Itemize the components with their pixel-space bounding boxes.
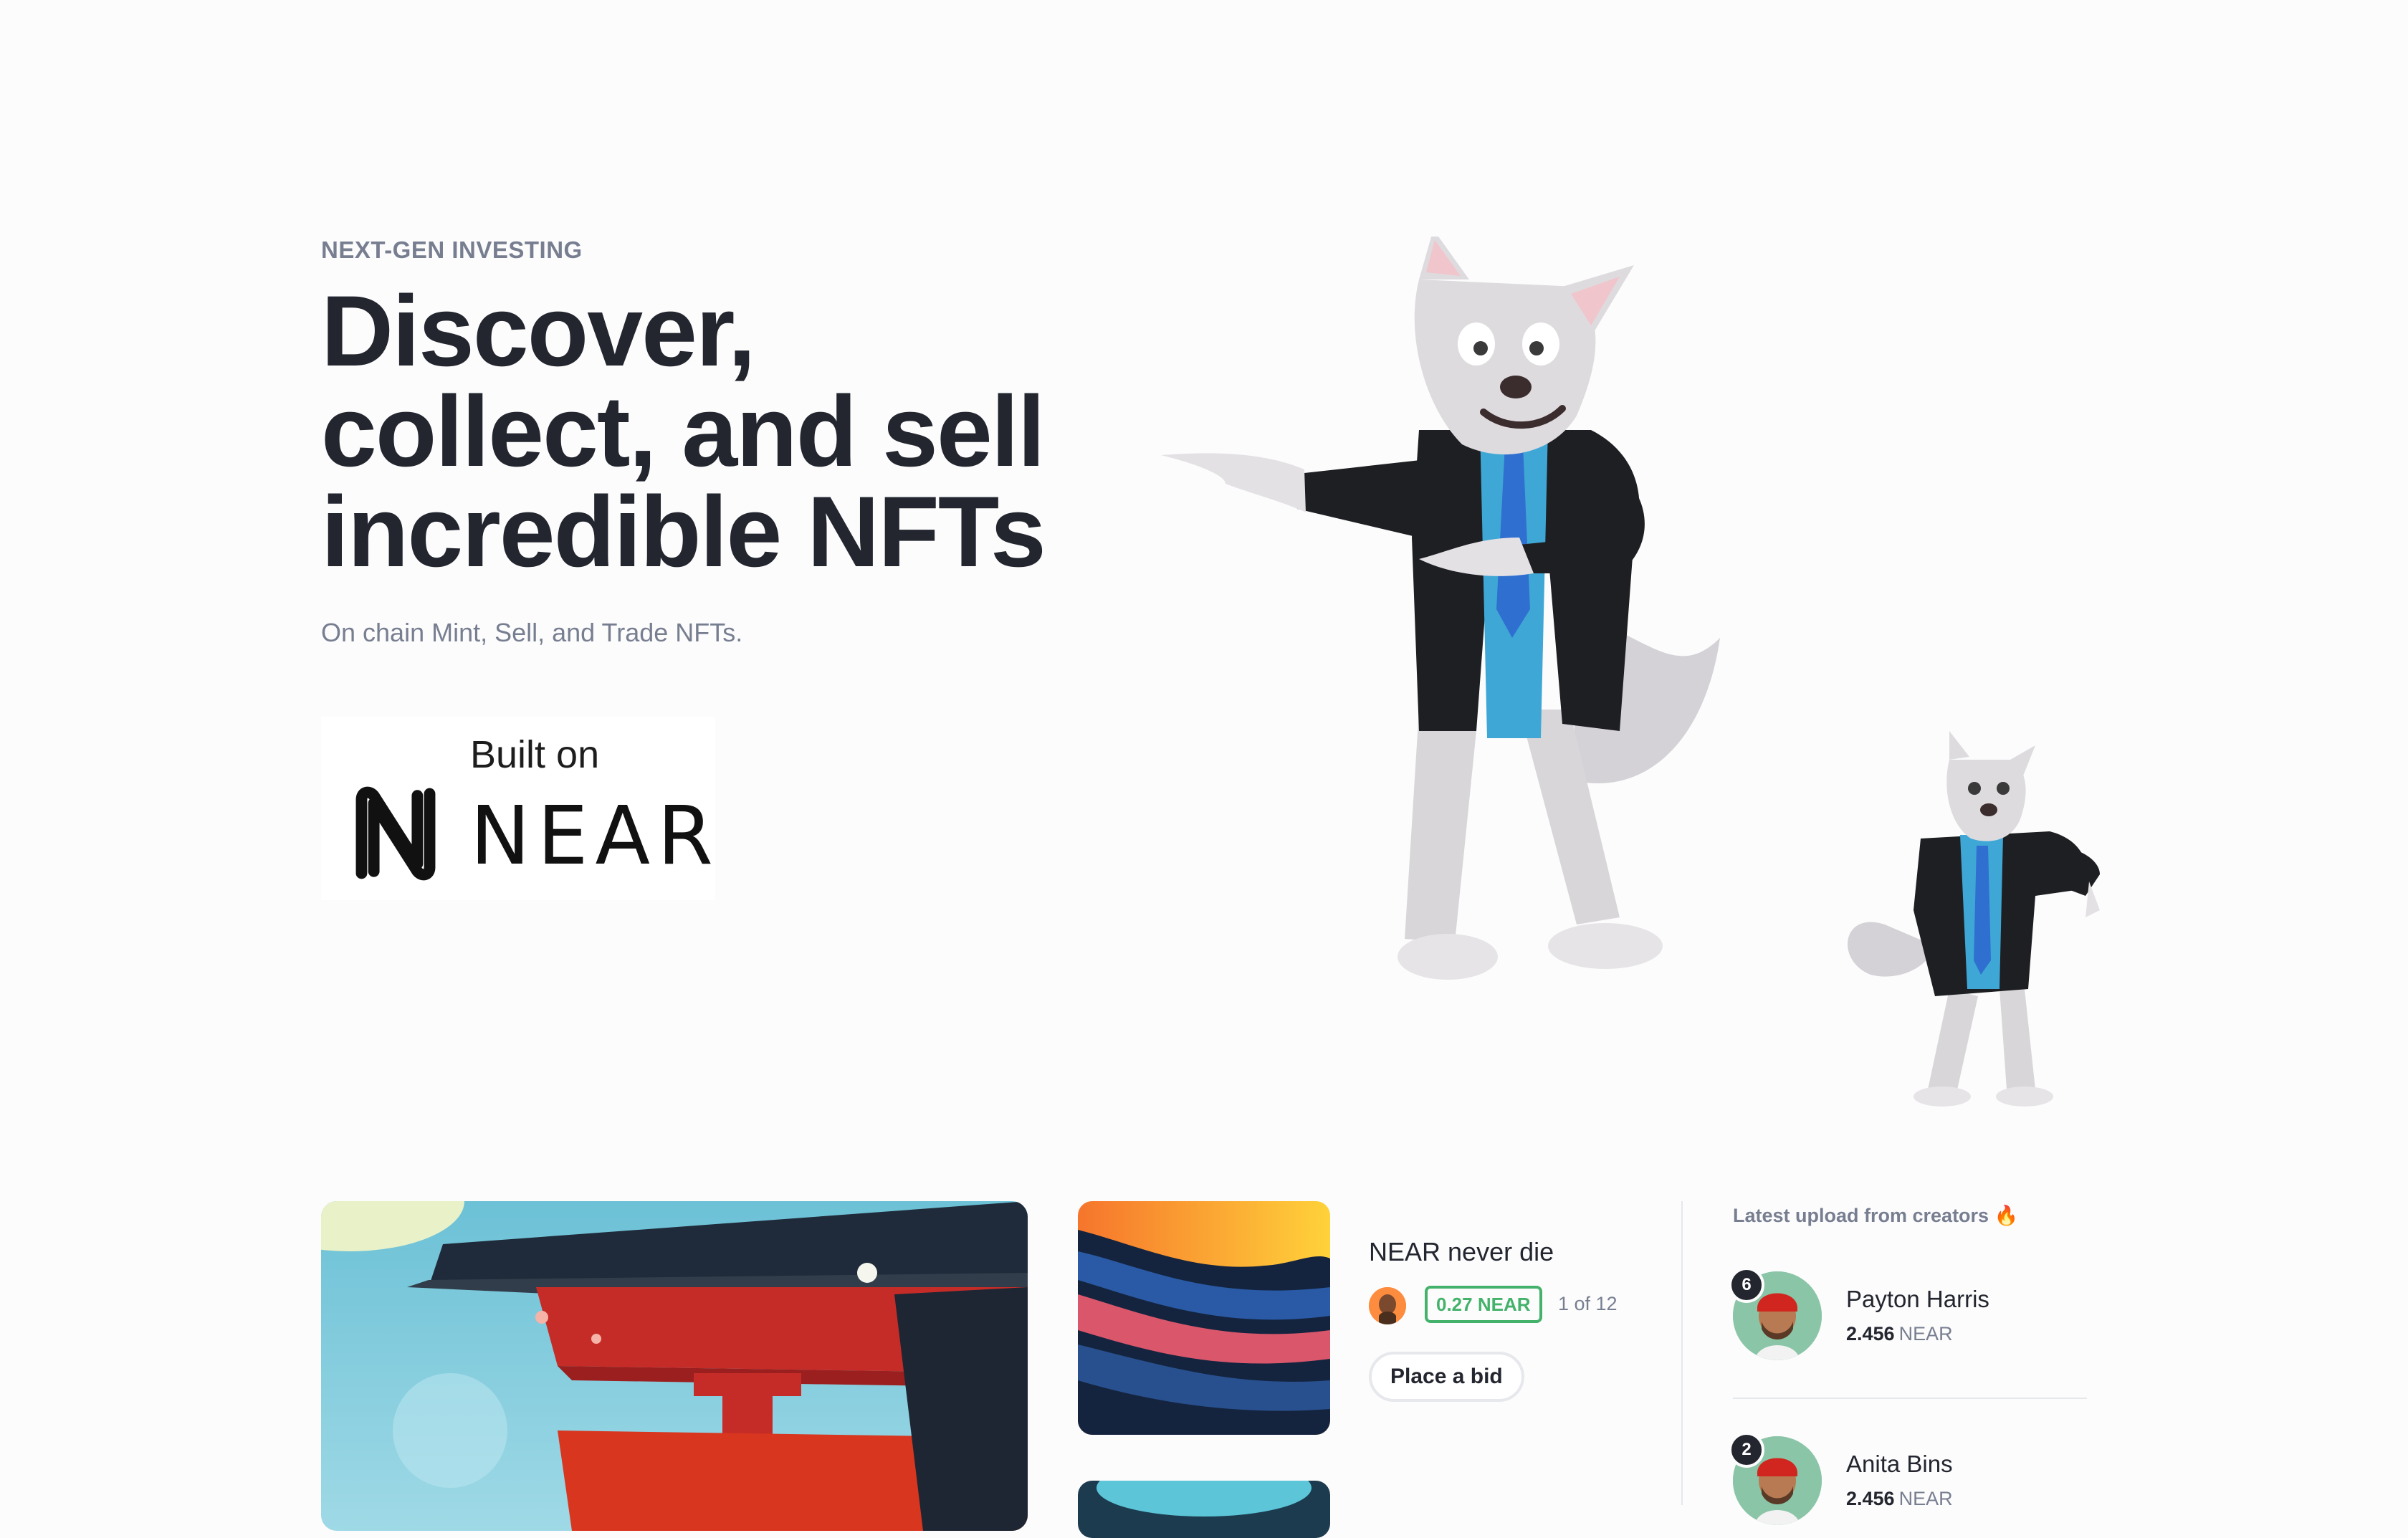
featured-nft-artwork[interactable] [321, 1201, 1028, 1531]
section-divider [1681, 1201, 1683, 1505]
creators-heading: Latest upload from creators 🔥 [1733, 1205, 2019, 1226]
hero-title-line: collect, and sell [321, 375, 1046, 487]
near-wordmark: NEAR [470, 790, 720, 883]
creator-amount: 2.456 NEAR [1846, 1488, 1953, 1510]
creator-list-item[interactable]: 6 Payton Harris 2.456 NEAR [1729, 1267, 2088, 1365]
place-bid-button[interactable]: Place a bid [1369, 1352, 1524, 1402]
creator-amount: 2.456 NEAR [1846, 1323, 1953, 1345]
hero-title-line: Discover, [321, 274, 756, 387]
hero-title-line: incredible NFTs [321, 475, 1046, 588]
creator-amount-unit: NEAR [1898, 1323, 1953, 1344]
creator-amount-unit: NEAR [1898, 1488, 1953, 1509]
price-badge: 0.27 NEAR [1425, 1286, 1542, 1323]
creator-list-item[interactable]: 2 Anita Bins 2.456 NEAR [1729, 1432, 2088, 1529]
wolf-mascot-small-illustration [1847, 731, 2100, 1107]
creator-amount-value: 2.456 [1846, 1488, 1895, 1509]
creator-rank-badge: 6 [1729, 1267, 1764, 1303]
near-logo-icon [355, 786, 436, 881]
stock-count: 1 of 12 [1558, 1293, 1618, 1314]
nft-thumbnail[interactable] [1078, 1201, 1330, 1435]
hero-eyebrow: NEXT-GEN INVESTING [321, 237, 583, 263]
creator-avatar[interactable] [1369, 1287, 1406, 1324]
built-on-label: Built on [470, 733, 600, 776]
hero-title: Discover, collect, and sell incredible N… [321, 281, 1131, 582]
creator-name[interactable]: Payton Harris [1846, 1286, 1989, 1313]
hero-subtitle: On chain Mint, Sell, and Trade NFTs. [321, 618, 743, 647]
built-on-near-badge[interactable]: Built on NEAR [321, 717, 715, 900]
creator-name[interactable]: Anita Bins [1846, 1451, 1953, 1478]
creator-divider [1733, 1398, 2087, 1399]
creator-rank-badge: 2 [1729, 1432, 1764, 1468]
nft-thumbnail[interactable] [1078, 1481, 1330, 1538]
avatar-face-icon [1369, 1287, 1406, 1324]
creator-amount-value: 2.456 [1846, 1323, 1895, 1344]
wolf-mascot-illustration [1161, 237, 1720, 980]
nft-item-title[interactable]: NEAR never die [1369, 1237, 1554, 1267]
